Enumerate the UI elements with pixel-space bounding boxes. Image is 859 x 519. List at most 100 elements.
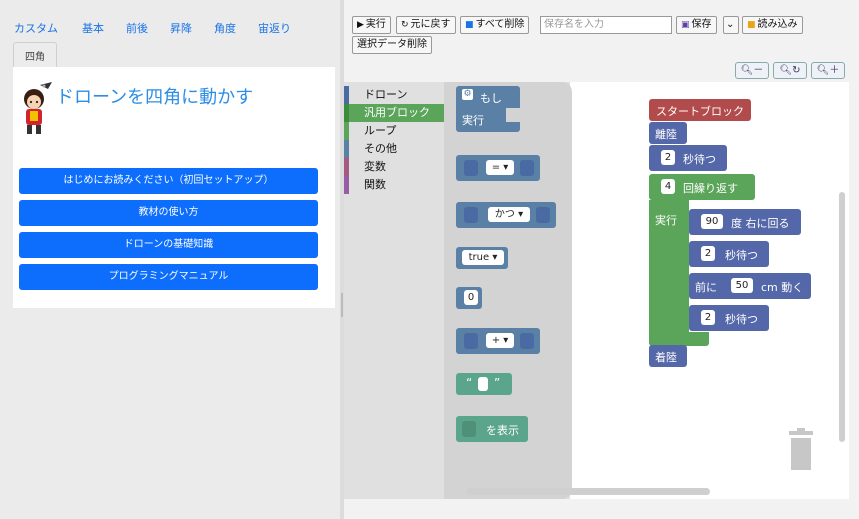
tab-angle[interactable]: 角度 [214,20,236,36]
save-label: 保存 [691,19,712,30]
print-block[interactable]: を表示 [456,416,528,442]
category-color-bar [344,158,349,176]
editor-panel: ▶ 実行 ↻ 元に戻す ■ すべて削除 保存名を入力 ▣ 保存 ⌄ ■ 読み込み 選択デー… [344,0,859,519]
wait-seconds-field[interactable]: 2 [701,310,715,325]
gear-icon[interactable]: ⚙ [462,89,473,100]
input-socket [464,333,478,349]
true-label: true [468,252,490,263]
floppy-icon: ▣ [681,20,690,30]
blockly-workspace[interactable]: ドローン 汎用ブロック ループ その他 変数 関数 ⚙ もし 実行 = ▾ かつ… [344,82,849,499]
workspace-vertical-scrollbar[interactable] [839,192,845,442]
start-block[interactable]: スタートブロック [649,99,751,121]
category-label: 汎用ブロック [364,106,430,119]
subtab-square[interactable]: 四角 [13,42,57,68]
magnifier-icon: 🔍︎ [740,65,754,76]
plus-label: + [491,335,501,346]
undo-button[interactable]: ↻ 元に戻す [396,16,456,34]
delete-selected-button[interactable]: 選択データ削除 [352,36,432,54]
category-drone[interactable]: ドローン [344,86,444,104]
repeat-footer [649,332,709,346]
load-label: 読み込み [757,19,798,30]
read-first-button[interactable]: はじめにお読みください（初回セットアップ） [19,168,318,194]
wait-block[interactable]: 2 秒待つ [689,241,769,267]
logic-operator[interactable]: かつ ▾ [488,207,530,222]
text-field[interactable] [478,377,488,391]
zoom-in-label: ＋ [829,65,840,76]
run-button[interactable]: ▶ 実行 [352,16,391,34]
text-block[interactable]: “ ” [456,373,512,395]
category-color-bar [344,140,349,158]
turn-degrees-field[interactable]: 90 [701,214,723,229]
lesson-card: ドローンを四角に動かす はじめにお読みください（初回セットアップ） 教材の使い方… [13,67,335,308]
repeat-block[interactable]: 4 回繰り返す [649,174,755,200]
delete-all-button[interactable]: ■ すべて削除 [460,16,530,34]
compare-block[interactable]: = ▾ [456,155,540,181]
input-socket [464,207,478,223]
zoom-out-button[interactable]: 🔍︎－ [735,62,769,79]
wait-seconds-field[interactable]: 2 [661,150,675,165]
trash-can-icon[interactable] [785,428,817,470]
drone-basics-button[interactable]: ドローンの基礎知識 [19,232,318,258]
input-socket [462,421,476,437]
zoom-in-button[interactable]: 🔍︎＋ [811,62,845,79]
category-functions[interactable]: 関数 [344,176,444,194]
arithmetic-block[interactable]: + ▾ [456,328,540,354]
category-color-bar [344,104,349,122]
tab-flip[interactable]: 宙返り [258,20,291,36]
tab-forward-back[interactable]: 前後 [126,20,148,36]
if-do-label: 実行 [462,114,484,127]
save-dropdown[interactable]: ⌄ [723,16,739,34]
move-forward-block[interactable]: 前に 50 cm 動く [689,273,811,299]
boolean-dropdown[interactable]: true ▾ [462,250,504,265]
wait-block[interactable]: 2 秒待つ [689,305,769,331]
category-label: 関数 [364,178,386,191]
category-general[interactable]: 汎用ブロック [344,104,444,122]
print-label: を表示 [486,424,519,437]
input-socket [520,160,534,176]
chevron-down-icon: ⌄ [726,19,735,30]
turn-right-block[interactable]: 90 度 右に回る [689,209,801,235]
land-block[interactable]: 着陸 [649,345,687,367]
folder-icon: ■ [747,20,756,30]
left-panel: カスタム 基本 前後 昇降 角度 宙返り 四角 ドローンを四角に動かす はじめに… [0,0,340,519]
forward-prefix-label: 前に [695,281,717,294]
boolean-block[interactable]: true ▾ [456,247,508,269]
category-loop[interactable]: ループ [344,122,444,140]
category-color-bar [344,86,349,104]
tab-custom[interactable]: カスタム [14,20,58,36]
number-block[interactable]: 0 [456,287,482,309]
load-button[interactable]: ■ 読み込み [742,16,803,34]
wait-block[interactable]: 2 秒待つ [649,145,727,171]
number-field[interactable]: 0 [464,290,478,305]
tab-basic[interactable]: 基本 [82,20,104,36]
takeoff-block[interactable]: 離陸 [649,122,687,144]
workspace-horizontal-scrollbar[interactable] [466,488,710,495]
if-label: もし [480,92,502,105]
wait-label: 秒待つ [683,153,716,166]
compare-operator[interactable]: = ▾ [486,160,514,175]
save-button[interactable]: ▣ 保存 [676,16,717,34]
programming-manual-button[interactable]: プログラミングマニュアル [19,264,318,290]
if-block[interactable]: ⚙ もし 実行 [456,86,520,132]
wait-seconds-field[interactable]: 2 [701,246,715,261]
lesson-button-list: はじめにお読みください（初回セットアップ） 教材の使い方 ドローンの基礎知識 プ… [19,168,318,296]
logic-and-block[interactable]: かつ ▾ [456,202,556,228]
category-color-bar [344,176,349,194]
splitter-grip[interactable] [341,293,343,317]
repeat-count-field[interactable]: 4 [661,179,675,194]
repeat-body: 実行 [649,200,689,342]
tab-up-down[interactable]: 昇降 [170,20,192,36]
how-to-use-button[interactable]: 教材の使い方 [19,200,318,226]
mascot-icon [24,82,52,134]
forward-distance-field[interactable]: 50 [731,278,753,293]
start-label: スタートブロック [656,105,744,118]
save-name-input[interactable]: 保存名を入力 [540,16,672,34]
category-other[interactable]: その他 [344,140,444,158]
arithmetic-operator[interactable]: + ▾ [486,333,514,348]
land-label: 着陸 [655,351,677,364]
category-variables[interactable]: 変数 [344,158,444,176]
undo-icon: ↻ [401,20,409,30]
takeoff-label: 離陸 [655,128,677,141]
play-icon: ▶ [357,20,364,30]
zoom-reset-button[interactable]: 🔍︎↻ [773,62,807,79]
